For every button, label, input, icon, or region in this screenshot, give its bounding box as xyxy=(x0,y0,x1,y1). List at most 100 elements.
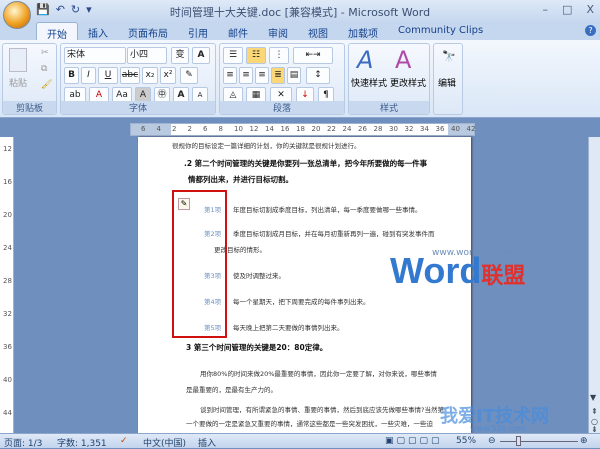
zoom-out-icon[interactable]: ⊖ xyxy=(488,436,496,446)
indent-icons[interactable]: ⇤⇥ xyxy=(293,47,333,64)
copy-icon[interactable]: ⧉ xyxy=(41,64,47,74)
language[interactable]: 中文(中国) xyxy=(143,436,186,449)
ruler-tick: 40 xyxy=(451,125,460,133)
ruler-tick: 12 xyxy=(3,145,12,153)
ruler-tick: 16 xyxy=(3,178,12,186)
vertical-ruler[interactable]: 12 16 20 24 28 32 36 40 44 xyxy=(0,137,14,433)
zoom-slider[interactable] xyxy=(500,441,578,442)
scroll-down-icon[interactable]: ▼ xyxy=(590,393,596,402)
insert-mode[interactable]: 插入 xyxy=(198,436,216,449)
find-icon: 🔭 xyxy=(442,50,456,63)
distribute-icon[interactable]: ▤ xyxy=(287,67,301,84)
ruler-tick: 28 xyxy=(3,277,12,285)
vertical-scrollbar[interactable]: ▼ ⇞ ○ ⇟ xyxy=(588,137,600,434)
ruler-tick: 30 xyxy=(389,125,398,133)
horizontal-ruler[interactable]: 6 4 2 2 6 8 10 12 14 16 18 20 22 24 26 28 30 32 34 36 40 42 xyxy=(130,123,475,136)
paste-button[interactable]: 粘贴 xyxy=(9,76,27,89)
view-buttons[interactable]: ▣▢▢▢▢ xyxy=(385,436,445,446)
ribbon-tabs: 开始 插入 页面布局 引用 邮件 审阅 视图 加载项 Community Cli… xyxy=(0,22,600,41)
align-right-icon[interactable]: ≡ xyxy=(255,67,269,84)
title-bar: 💾 ↶ ↻ ▾ 时间管理十大关键.doc [兼容模式] - Microsoft … xyxy=(0,0,600,22)
paragraph-line: 一个要做的一定是紧急又重要的事情，通常这些都是一些突发困扰，一些灾难，一些迫 xyxy=(186,420,433,428)
list-item-text: 季度目标切割成月目标，并在每月初重新再列一遍，碰到有突发事件而 xyxy=(233,230,435,238)
tab-view[interactable]: 视图 xyxy=(298,22,338,40)
font-name-select[interactable]: 宋体 xyxy=(64,47,126,64)
bold-button[interactable]: B xyxy=(64,67,79,84)
ruler-tick: 24 xyxy=(342,125,352,133)
font-size-select[interactable]: 小四 xyxy=(127,47,167,64)
ruler-tick: 12 xyxy=(249,125,259,133)
paste-icon xyxy=(9,48,27,72)
superscript-button[interactable]: x² xyxy=(160,67,176,84)
help-icon[interactable]: ? xyxy=(585,25,596,36)
watermark-it-url: www.52ij.com xyxy=(470,424,526,433)
zoom-slider-thumb[interactable] xyxy=(516,436,521,446)
ruler-tick: 20 xyxy=(311,125,321,133)
zoom-in-icon[interactable]: ⊕ xyxy=(580,436,588,446)
heading-3: 3 第三个时间管理的关键是20：80定律。 xyxy=(186,343,328,352)
strikethrough-button[interactable]: abc xyxy=(120,67,140,84)
list-item-text: 每天晚上把第二天要做的事情列出来。 xyxy=(233,324,344,332)
tab-page-layout[interactable]: 页面布局 xyxy=(118,22,178,40)
close-button[interactable]: X xyxy=(586,3,594,16)
ruler-tick: 22 xyxy=(327,125,336,133)
quick-styles-button[interactable]: 快速样式 xyxy=(351,76,387,89)
zoom-level[interactable]: 55% xyxy=(456,436,476,446)
line-spacing-icon[interactable]: ↕ xyxy=(306,67,330,84)
ruler-tick: 36 xyxy=(435,125,445,133)
tab-references[interactable]: 引用 xyxy=(178,22,218,40)
tab-community-clips[interactable]: Community Clips xyxy=(388,22,493,40)
page-count[interactable]: 页面: 1/3 xyxy=(4,436,42,449)
minimize-button[interactable]: – xyxy=(543,3,549,16)
clear-format-icon[interactable]: ✎ xyxy=(180,67,198,84)
tab-insert[interactable]: 插入 xyxy=(78,22,118,40)
tab-mailings[interactable]: 邮件 xyxy=(218,22,258,40)
subscript-button[interactable]: x₂ xyxy=(142,67,158,84)
office-button[interactable] xyxy=(3,1,31,29)
tab-addins[interactable]: 加载项 xyxy=(338,22,388,40)
ruler-tick: 10 xyxy=(234,125,243,133)
format-painter-icon[interactable]: 🖌 xyxy=(41,80,52,90)
change-styles-button[interactable]: 更改样式 xyxy=(390,76,426,89)
phonetic-guide-icon[interactable]: 变 xyxy=(171,47,189,64)
ruler-tick: 32 xyxy=(404,125,414,133)
paragraph-line: 是最重要的，是最有生产力的。 xyxy=(186,386,277,394)
bullets-icon[interactable]: ☰ xyxy=(223,47,243,64)
quick-styles-icon: A xyxy=(357,46,374,74)
doc-text-line: 很规你的目标设定一篇详细的计划，你的关键就是很规计划进行。 xyxy=(172,142,361,150)
paragraph-line: 谈到时间管理，有所谓紧急的事情、重要的事情，然后到底应该先做哪些事情?当然第 xyxy=(200,406,444,414)
ruler-tick: 18 xyxy=(296,125,305,133)
ruler-tick: 6 xyxy=(141,125,146,133)
ruler-tick: 44 xyxy=(3,409,12,417)
status-bar: 页面: 1/3 字数: 1,351 ✓ 中文(中国) 插入 ▣▢▢▢▢ 55% … xyxy=(0,433,600,449)
heading-2: .2 第二个时间管理的关键是你要列一张总清单，把今年所要做的每一件事 xyxy=(184,159,428,168)
ruler-tick: 28 xyxy=(373,125,383,133)
ruler-tick: 16 xyxy=(280,125,290,133)
maximize-button[interactable]: □ xyxy=(562,3,572,16)
ruler-tick: 32 xyxy=(3,310,12,318)
numbering-icon[interactable]: ☷ xyxy=(246,47,266,64)
multilevel-list-icon[interactable]: ⋮ xyxy=(269,47,289,64)
align-left-icon[interactable]: ≡ xyxy=(223,67,237,84)
ruler-tick: 26 xyxy=(358,125,367,133)
watermark-url: www.wordlm.com xyxy=(432,248,512,258)
ruler-tick: 34 xyxy=(420,125,429,133)
cut-icon[interactable]: ✂ xyxy=(41,48,49,58)
prev-page-icon[interactable]: ⇞ xyxy=(591,407,598,416)
window-title: 时间管理十大关键.doc [兼容模式] - Microsoft Word xyxy=(169,6,431,19)
align-center-icon[interactable]: ≡ xyxy=(239,67,253,84)
word-count[interactable]: 字数: 1,351 xyxy=(57,436,107,449)
tab-review[interactable]: 审阅 xyxy=(258,22,298,40)
font-group: 宋体 小四 变 A B I U abc x₂ x² ✎ ab A Aa A ㊥ … xyxy=(60,43,216,115)
editing-button[interactable]: 编辑 xyxy=(438,76,456,89)
clipboard-group: 粘贴 ✂ ⧉ 🖌 剪贴板 xyxy=(2,43,57,115)
ruler-tick: 36 xyxy=(3,343,12,351)
italic-button[interactable]: I xyxy=(81,67,96,84)
proofing-icon[interactable]: ✓ xyxy=(120,436,128,446)
list-item-text: 每一个星期天，把下周要完成的每件事列出来。 xyxy=(233,298,370,306)
tab-home[interactable]: 开始 xyxy=(36,22,78,41)
underline-button[interactable]: U xyxy=(98,67,118,84)
justify-icon[interactable]: ≣ xyxy=(271,67,285,84)
paragraph-group: ☰ ☷ ⋮ ⇤⇥ ≡ ≡ ≡ ≣ ▤ ↕ ◬ ▦ ✕ ↓ ¶ 段落 xyxy=(219,43,345,115)
char-border-icon[interactable]: A xyxy=(192,47,210,64)
